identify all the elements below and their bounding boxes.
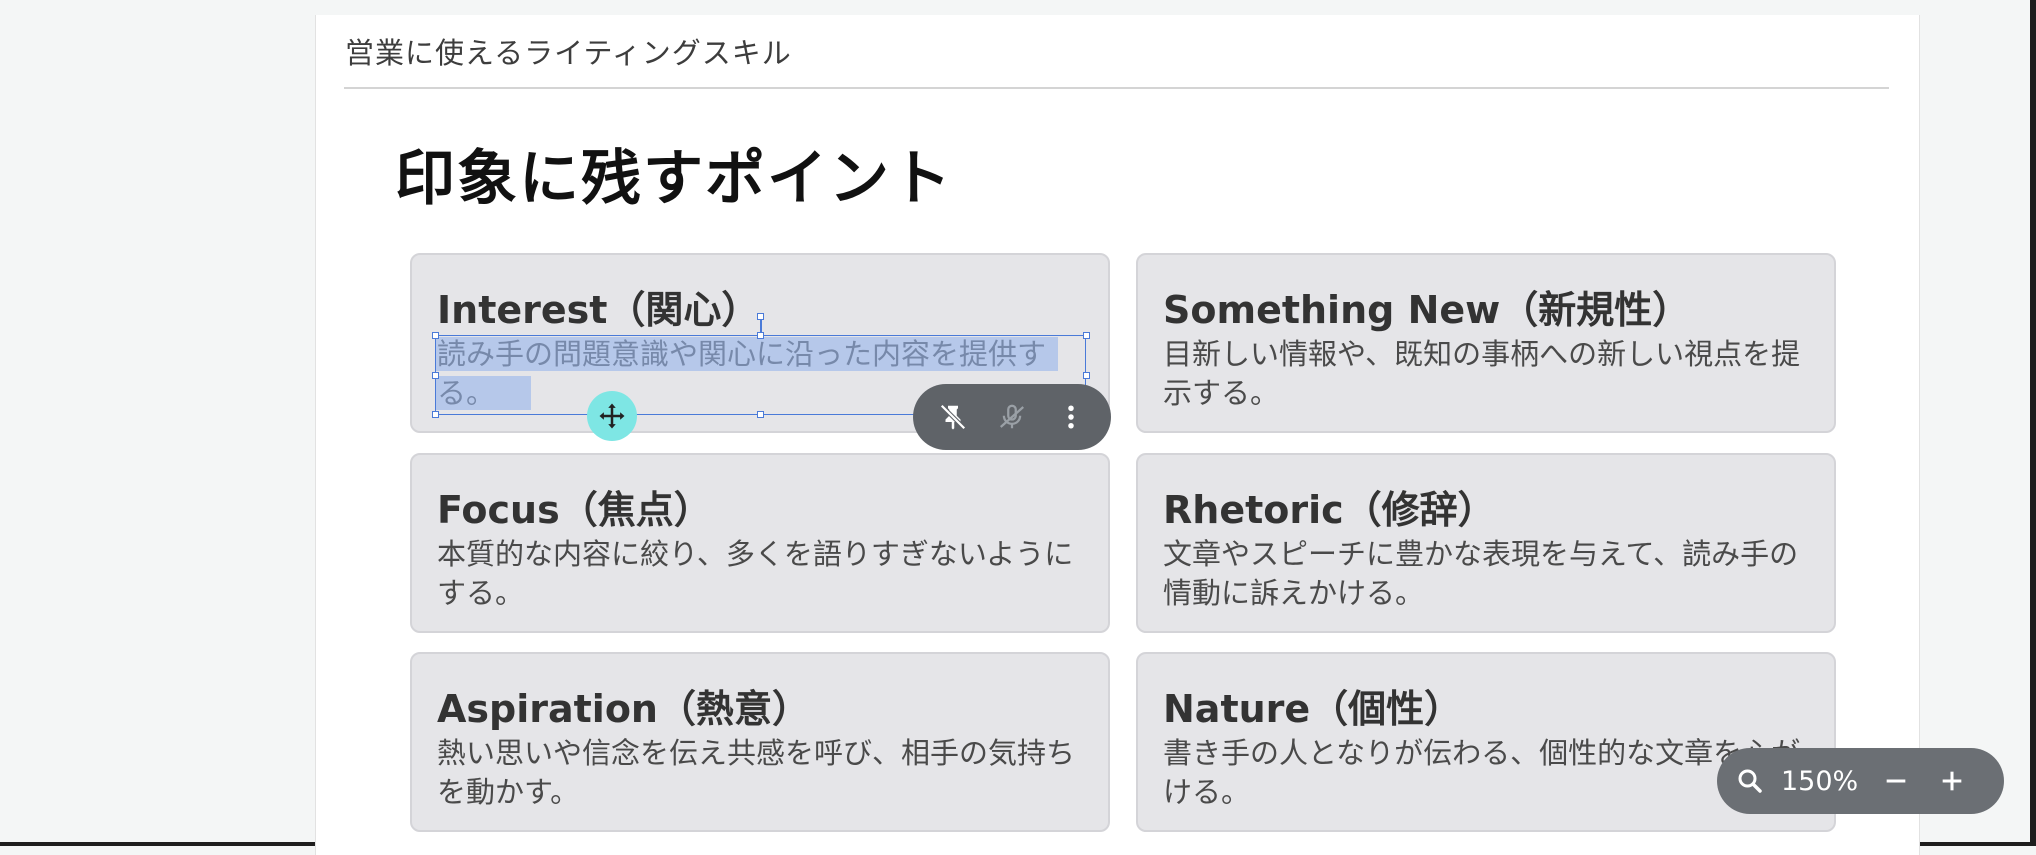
card-title[interactable]: Aspiration（熱意） [437, 678, 810, 733]
zoom-level: 150% [1781, 765, 1859, 797]
zoom-control: 150% [1717, 748, 2004, 814]
card-title[interactable]: Interest（関心） [437, 279, 759, 334]
zoom-in-button[interactable] [1924, 756, 1980, 806]
selection-toolbar [913, 384, 1111, 450]
pin-off-icon [939, 404, 966, 430]
zoom-search-icon [1738, 769, 1762, 793]
card-focus[interactable]: Focus（焦点） 本質的な内容に絞り、多くを語りすぎないようにする。 [410, 453, 1110, 633]
card-title[interactable]: Focus（焦点） [437, 479, 712, 534]
move-icon [599, 403, 625, 429]
resize-handle-top-left[interactable] [432, 332, 439, 339]
card-aspiration[interactable]: Aspiration（熱意） 熱い思いや信念を伝え共感を呼び、相手の気持ちを動か… [410, 652, 1110, 832]
card-body[interactable]: 文章やスピーチに豊かな表現を与えて、読み手の情動に訴えかける。 [1163, 535, 1803, 613]
rotate-handle[interactable] [757, 313, 764, 320]
card-body[interactable]: 目新しい情報や、既知の事柄への新しい視点を提示する。 [1163, 335, 1803, 413]
document-title: 営業に使えるライティングスキル [345, 36, 792, 70]
unpin-button[interactable] [933, 397, 973, 437]
card-body[interactable]: 本質的な内容に絞り、多くを語りすぎないようにする。 [437, 535, 1077, 613]
more-vert-icon [1068, 405, 1075, 429]
voice-off-icon [999, 404, 1024, 429]
zoom-out-button[interactable] [1868, 756, 1924, 806]
card-title[interactable]: Rhetoric（修辞） [1163, 479, 1496, 534]
zoom-in-icon [1942, 771, 1962, 791]
card-title[interactable]: Something New（新規性） [1163, 279, 1690, 334]
window-edge-right [2030, 0, 2036, 846]
voice-off-button[interactable] [992, 397, 1032, 437]
more-options-button[interactable] [1051, 397, 1091, 437]
card-body[interactable]: 書き手の人となりが伝わる、個性的な文章を心がける。 [1163, 734, 1803, 812]
card-something-new[interactable]: Something New（新規性） 目新しい情報や、既知の事柄への新しい視点を… [1136, 253, 1836, 433]
card-rhetoric[interactable]: Rhetoric（修辞） 文章やスピーチに豊かな表現を与えて、読み手の情動に訴え… [1136, 453, 1836, 633]
resize-handle-left[interactable] [432, 372, 439, 379]
slide-heading[interactable]: 印象に残すポイント [395, 130, 953, 217]
zoom-out-icon [1886, 779, 1906, 783]
resize-handle-top[interactable] [757, 332, 764, 339]
resize-handle-right[interactable] [1083, 372, 1090, 379]
card-title[interactable]: Nature（個性） [1163, 678, 1462, 733]
card-body[interactable]: 熱い思いや信念を伝え共感を呼び、相手の気持ちを動かす。 [437, 734, 1077, 812]
zoom-indicator[interactable] [1731, 756, 1769, 806]
resize-handle-bottom-left[interactable] [432, 411, 439, 418]
resize-handle-top-right[interactable] [1083, 332, 1090, 339]
resize-handle-bottom[interactable] [757, 411, 764, 418]
move-handle[interactable] [587, 391, 637, 441]
title-divider [344, 87, 1889, 89]
